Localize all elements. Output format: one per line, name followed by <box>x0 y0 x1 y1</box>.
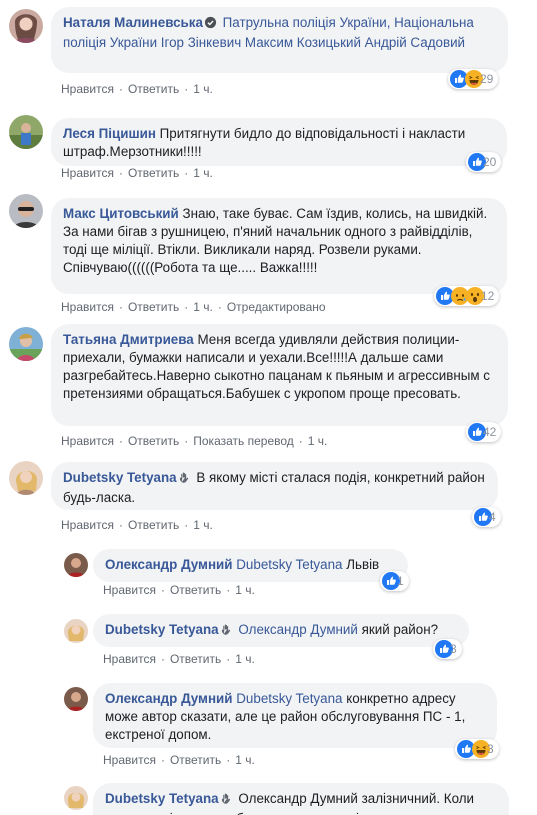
mention[interactable]: Dubetsky Tetyana <box>236 557 342 572</box>
comment: Леся Піцишин Притягнути бидло до відпові… <box>0 110 537 190</box>
reaction-count: 3 <box>450 642 457 656</box>
reply-button[interactable]: Ответить <box>128 434 179 448</box>
reply-bubble: Олександр Думний Dubetsky Tetyana конкре… <box>93 683 497 748</box>
reaction-summary[interactable]: 4 <box>472 507 501 527</box>
like-button[interactable]: Нравится <box>61 518 114 532</box>
mention[interactable]: Олександр Думний <box>238 622 358 637</box>
reply-bubble: Олександр Думний Dubetsky Tetyana Львів <box>93 549 408 582</box>
author-name[interactable]: Олександр Думний <box>105 691 233 706</box>
translate-link[interactable]: Показать перевод <box>193 434 294 448</box>
avatar[interactable] <box>9 194 43 228</box>
verified-icon <box>204 16 217 34</box>
avatar[interactable] <box>9 461 43 495</box>
author-name[interactable]: Dubetsky Tetyana <box>105 791 219 806</box>
reply-button[interactable]: Ответить <box>128 518 179 532</box>
like-button[interactable]: Нравится <box>103 652 156 666</box>
comment-actions: Нравится · Ответить · 1 ч. <box>61 82 213 96</box>
timestamp[interactable]: 1 ч. <box>235 753 255 767</box>
author-name[interactable]: Татьяна Дмитриева <box>63 332 194 347</box>
reply: Олександр Думний Dubetsky Tetyana Львів … <box>0 540 537 610</box>
mention[interactable]: Олександр Думний <box>238 791 358 806</box>
avatar[interactable] <box>64 619 88 643</box>
wave-icon <box>220 623 233 641</box>
author-name[interactable]: Олександр Думний <box>105 557 233 572</box>
comment: Макс Цитовський Знаю, таке буває. Сам їз… <box>0 190 537 320</box>
reaction-summary[interactable]: 3 <box>433 639 462 659</box>
comment: Татьяна Дмитриева Меня всегда удивляли д… <box>0 320 537 455</box>
comment-actions: Нравится · Ответить · Показать перевод · 1 ч. <box>61 434 328 448</box>
reply-text: Львів <box>346 557 380 572</box>
like-button[interactable]: Нравится <box>103 583 156 597</box>
timestamp[interactable]: 1 ч. <box>193 518 213 532</box>
reply-button[interactable]: Ответить <box>128 82 179 96</box>
comment-actions: Нравится · Ответить · 1 ч. · Отредактировано <box>61 300 326 314</box>
reply-button[interactable]: Ответить <box>170 652 221 666</box>
reply-button[interactable]: Ответить <box>128 166 179 180</box>
reaction-count: 4 <box>489 510 496 524</box>
author-name[interactable]: Наталя Малиневська <box>63 15 203 30</box>
reply-button[interactable]: Ответить <box>170 753 221 767</box>
reply-button[interactable]: Ответить <box>170 583 221 597</box>
like-button[interactable]: Нравится <box>61 434 114 448</box>
wave-icon <box>178 471 191 489</box>
reaction-summary[interactable]: 20 <box>466 152 502 172</box>
reaction-summary[interactable]: 12 <box>434 286 500 306</box>
timestamp[interactable]: 1 ч. <box>308 434 328 448</box>
comment-bubble: Наталя Малиневська Патрульна поліція Укр… <box>51 7 508 73</box>
timestamp[interactable]: 1 ч. <box>235 583 255 597</box>
timestamp[interactable]: 1 ч. <box>193 82 213 96</box>
reaction-summary[interactable]: 42 <box>466 422 502 442</box>
timestamp[interactable]: 1 ч. <box>193 166 213 180</box>
reaction-count: 1 <box>397 574 404 588</box>
comment-text-line-2: Співчуваю((((((Робота та ще..... Важка!!… <box>63 260 318 275</box>
avatar[interactable] <box>9 9 43 43</box>
comment-bubble: Леся Піцишин Притягнути бидло до відпові… <box>51 118 507 166</box>
mention[interactable]: Dubetsky Tetyana <box>236 691 342 706</box>
reaction-count: 20 <box>483 155 497 169</box>
comment-actions: Нравится · Ответить · 1 ч. <box>61 518 213 532</box>
reply-actions: Нравится · Ответить · 1 ч. <box>103 753 255 767</box>
reaction-count: 42 <box>483 425 497 439</box>
comment-bubble: Татьяна Дмитриева Меня всегда удивляли д… <box>51 324 508 426</box>
author-name[interactable]: Макс Цитовський <box>63 206 179 221</box>
author-name[interactable]: Леся Піцишин <box>63 126 156 141</box>
reply-bubble: Dubetsky Tetyana Олександр Думний який р… <box>93 614 469 647</box>
reaction-summary[interactable]: 3 <box>455 739 499 759</box>
avatar[interactable] <box>64 786 88 810</box>
reply-text: який район? <box>361 622 439 637</box>
like-button[interactable]: Нравится <box>103 753 156 767</box>
reply-actions: Нравится · Ответить · 1 ч. <box>103 583 255 597</box>
reply-bubble: Dubetsky Tetyana Олександр Думний залізн… <box>93 783 509 815</box>
avatar[interactable] <box>9 327 43 361</box>
like-button[interactable]: Нравится <box>61 300 114 314</box>
reply-button[interactable]: Ответить <box>128 300 179 314</box>
timestamp[interactable]: 1 ч. <box>193 300 213 314</box>
like-button[interactable]: Нравится <box>61 166 114 180</box>
reaction-count: 29 <box>480 72 494 86</box>
comment: Dubetsky Tetyana В якому місті сталася п… <box>0 455 537 540</box>
comment: Наталя Малиневська Патрульна поліція Укр… <box>0 0 537 100</box>
avatar[interactable] <box>64 687 88 711</box>
reply: Dubetsky Tetyana Олександр Думний який р… <box>0 610 537 680</box>
timestamp[interactable]: 1 ч. <box>235 652 255 666</box>
reply-actions: Нравится · Ответить · 1 ч. <box>103 652 255 666</box>
avatar[interactable] <box>64 553 88 577</box>
comment-bubble: Макс Цитовський Знаю, таке буває. Сам їз… <box>51 198 507 294</box>
reaction-count: 3 <box>487 742 494 756</box>
author-name[interactable]: Dubetsky Tetyana <box>63 470 177 485</box>
wave-icon <box>220 792 233 810</box>
comment-actions: Нравится · Ответить · 1 ч. <box>61 166 213 180</box>
reply: Олександр Думний Dubetsky Tetyana конкре… <box>0 680 537 780</box>
reply: Dubetsky Tetyana Олександр Думний залізн… <box>0 780 537 815</box>
edited-label[interactable]: Отредактировано <box>227 300 326 314</box>
like-button[interactable]: Нравится <box>61 82 114 96</box>
reaction-summary[interactable]: 1 <box>380 571 409 591</box>
reaction-count: 12 <box>481 289 495 303</box>
author-name[interactable]: Dubetsky Tetyana <box>105 622 219 637</box>
comment-bubble: Dubetsky Tetyana В якому місті сталася п… <box>51 462 498 510</box>
avatar[interactable] <box>9 115 43 149</box>
reaction-summary[interactable]: 29 <box>448 69 499 89</box>
